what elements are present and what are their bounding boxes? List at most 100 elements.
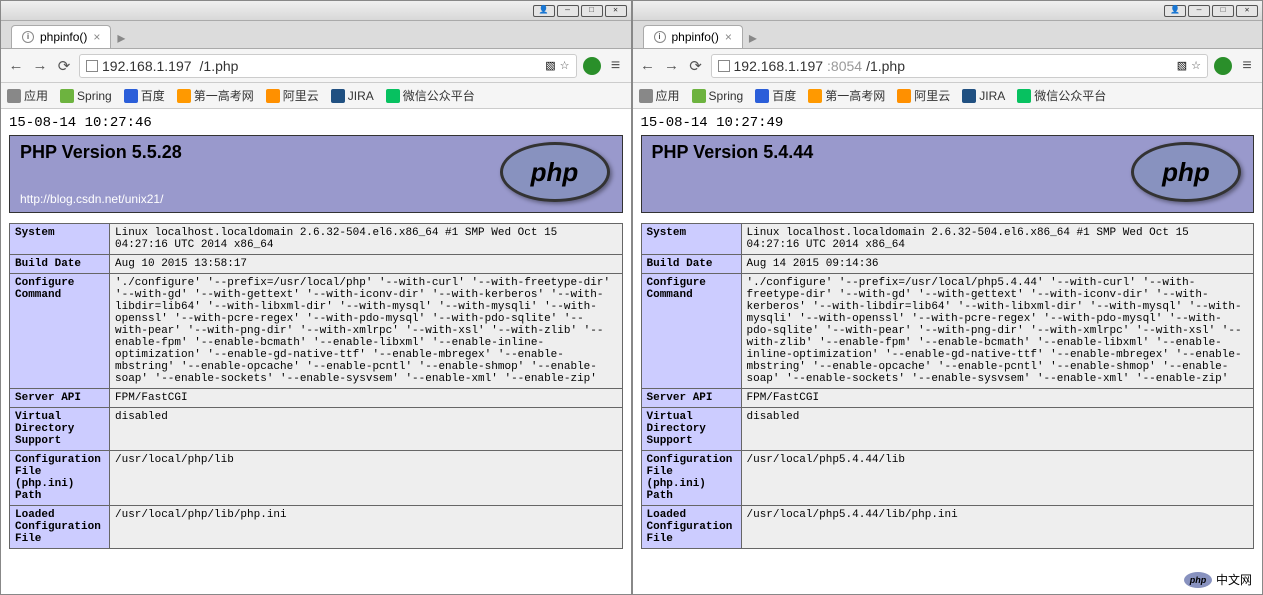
url-input[interactable]: 192.168.1.197:8054/1.php ▧ ☆ <box>711 54 1209 78</box>
table-row: SystemLinux localhost.localdomain 2.6.32… <box>641 224 1254 255</box>
browser-window-right: 👤 — □ ✕ i phpinfo() × ▸ ← → ⟳ 192.168.1.… <box>632 0 1263 595</box>
tab-title: phpinfo() <box>672 30 719 44</box>
minimize-button[interactable]: — <box>1188 5 1210 17</box>
aliyun-icon <box>897 89 911 103</box>
phpinfo-header: PHP Version 5.4.44 php <box>641 135 1255 213</box>
share-icon[interactable]: ▧ <box>1177 59 1187 72</box>
maximize-button[interactable]: □ <box>581 5 603 17</box>
share-icon[interactable]: ▧ <box>545 59 555 72</box>
bookmark-wechat[interactable]: 微信公众平台 <box>1017 87 1106 104</box>
url-input[interactable]: 192.168.1.197/1.php ▧ ☆ <box>79 54 577 78</box>
watermark-logo-icon: php <box>1184 572 1212 588</box>
table-row: Build DateAug 14 2015 09:14:36 <box>641 255 1254 274</box>
table-row: Configuration File (php.ini) Path/usr/lo… <box>10 451 623 506</box>
user-button[interactable]: 👤 <box>1164 5 1186 17</box>
bookmark-aliyun[interactable]: 阿里云 <box>897 87 950 104</box>
globe-icon[interactable] <box>583 57 601 75</box>
page-content[interactable]: 15-08-14 10:27:46 PHP Version 5.5.28 htt… <box>1 109 631 594</box>
phpinfo-table: SystemLinux localhost.localdomain 2.6.32… <box>641 223 1255 549</box>
gaokao-icon <box>177 89 191 103</box>
new-tab-button[interactable]: ▸ <box>111 28 131 48</box>
table-row: Loaded Configuration File/usr/local/php5… <box>641 506 1254 549</box>
bookmark-jira[interactable]: JIRA <box>331 89 374 103</box>
bookmarks-bar: 应用 Spring 百度 第一高考网 阿里云 JIRA 微信公众平台 <box>1 83 631 109</box>
apps-icon <box>639 89 653 103</box>
watermark: php 中文网 <box>1184 571 1252 588</box>
page-icon <box>718 60 730 72</box>
url-path: /1.php <box>200 58 239 74</box>
tab-close-icon[interactable]: × <box>725 30 732 44</box>
jira-icon <box>331 89 345 103</box>
apps-icon <box>7 89 21 103</box>
bookmark-spring[interactable]: Spring <box>692 89 744 103</box>
close-button[interactable]: ✕ <box>605 5 627 17</box>
user-button[interactable]: 👤 <box>533 5 555 17</box>
bookmark-baidu[interactable]: 百度 <box>755 87 796 104</box>
titlebar[interactable]: 👤 — □ ✕ <box>1 1 631 21</box>
table-row: Configuration File (php.ini) Path/usr/lo… <box>641 451 1254 506</box>
table-row: Configure Command'./configure' '--prefix… <box>641 274 1254 389</box>
blog-link[interactable]: http://blog.csdn.net/unix21/ <box>20 192 163 206</box>
titlebar[interactable]: 👤 — □ ✕ <box>633 1 1263 21</box>
globe-icon[interactable] <box>1214 57 1232 75</box>
url-path: /1.php <box>866 58 905 74</box>
watermark-text: 中文网 <box>1216 571 1252 588</box>
reload-button[interactable]: ⟳ <box>55 57 73 75</box>
wechat-icon <box>1017 89 1031 103</box>
favicon-icon: i <box>654 31 666 43</box>
spring-icon <box>60 89 74 103</box>
new-tab-button[interactable]: ▸ <box>743 28 763 48</box>
bookmark-baidu[interactable]: 百度 <box>124 87 165 104</box>
php-logo-icon: php <box>1131 142 1241 202</box>
tab-close-icon[interactable]: × <box>93 30 100 44</box>
menu-icon[interactable]: ≡ <box>1238 57 1256 75</box>
back-button[interactable]: ← <box>639 57 657 74</box>
close-button[interactable]: ✕ <box>1236 5 1258 17</box>
bookmark-aliyun[interactable]: 阿里云 <box>266 87 319 104</box>
aliyun-icon <box>266 89 280 103</box>
browser-tab[interactable]: i phpinfo() × <box>643 25 743 48</box>
table-row: Server APIFPM/FastCGI <box>10 389 623 408</box>
page-content[interactable]: 15-08-14 10:27:49 PHP Version 5.4.44 php… <box>633 109 1263 594</box>
tab-title: phpinfo() <box>40 30 87 44</box>
gaokao-icon <box>808 89 822 103</box>
url-host: 192.168.1.197 <box>102 58 192 74</box>
back-button[interactable]: ← <box>7 57 25 74</box>
address-bar: ← → ⟳ 192.168.1.197:8054/1.php ▧ ☆ ≡ <box>633 49 1263 83</box>
table-row: Build DateAug 10 2015 13:58:17 <box>10 255 623 274</box>
php-logo-icon: php <box>500 142 610 202</box>
bookmark-wechat[interactable]: 微信公众平台 <box>386 87 475 104</box>
browser-window-left: 👤 — □ ✕ i phpinfo() × ▸ ← → ⟳ 192.168.1.… <box>0 0 632 595</box>
bookmark-spring[interactable]: Spring <box>60 89 112 103</box>
minimize-button[interactable]: — <box>557 5 579 17</box>
browser-tab[interactable]: i phpinfo() × <box>11 25 111 48</box>
table-row: SystemLinux localhost.localdomain 2.6.32… <box>10 224 623 255</box>
jira-icon <box>962 89 976 103</box>
bookmark-apps[interactable]: 应用 <box>639 87 680 104</box>
bookmark-jira[interactable]: JIRA <box>962 89 1005 103</box>
bookmark-apps[interactable]: 应用 <box>7 87 48 104</box>
favicon-icon: i <box>22 31 34 43</box>
url-port: :8054 <box>827 58 862 74</box>
table-row: Virtual Directory Supportdisabled <box>641 408 1254 451</box>
phpinfo-table: SystemLinux localhost.localdomain 2.6.32… <box>9 223 623 549</box>
bookmark-gaokao[interactable]: 第一高考网 <box>808 87 885 104</box>
forward-button[interactable]: → <box>31 57 49 74</box>
forward-button[interactable]: → <box>663 57 681 74</box>
url-host: 192.168.1.197 <box>734 58 824 74</box>
wechat-icon <box>386 89 400 103</box>
bookmark-star-icon[interactable]: ☆ <box>1191 59 1201 72</box>
tab-bar: i phpinfo() × ▸ <box>633 21 1263 49</box>
reload-button[interactable]: ⟳ <box>687 57 705 75</box>
bookmark-gaokao[interactable]: 第一高考网 <box>177 87 254 104</box>
menu-icon[interactable]: ≡ <box>607 57 625 75</box>
tab-bar: i phpinfo() × ▸ <box>1 21 631 49</box>
phpinfo-header: PHP Version 5.5.28 http://blog.csdn.net/… <box>9 135 623 213</box>
spring-icon <box>692 89 706 103</box>
maximize-button[interactable]: □ <box>1212 5 1234 17</box>
bookmark-star-icon[interactable]: ☆ <box>560 59 570 72</box>
timestamp-text: 15-08-14 10:27:49 <box>641 115 1255 131</box>
bookmarks-bar: 应用 Spring 百度 第一高考网 阿里云 JIRA 微信公众平台 <box>633 83 1263 109</box>
table-row: Loaded Configuration File/usr/local/php/… <box>10 506 623 549</box>
address-bar: ← → ⟳ 192.168.1.197/1.php ▧ ☆ ≡ <box>1 49 631 83</box>
